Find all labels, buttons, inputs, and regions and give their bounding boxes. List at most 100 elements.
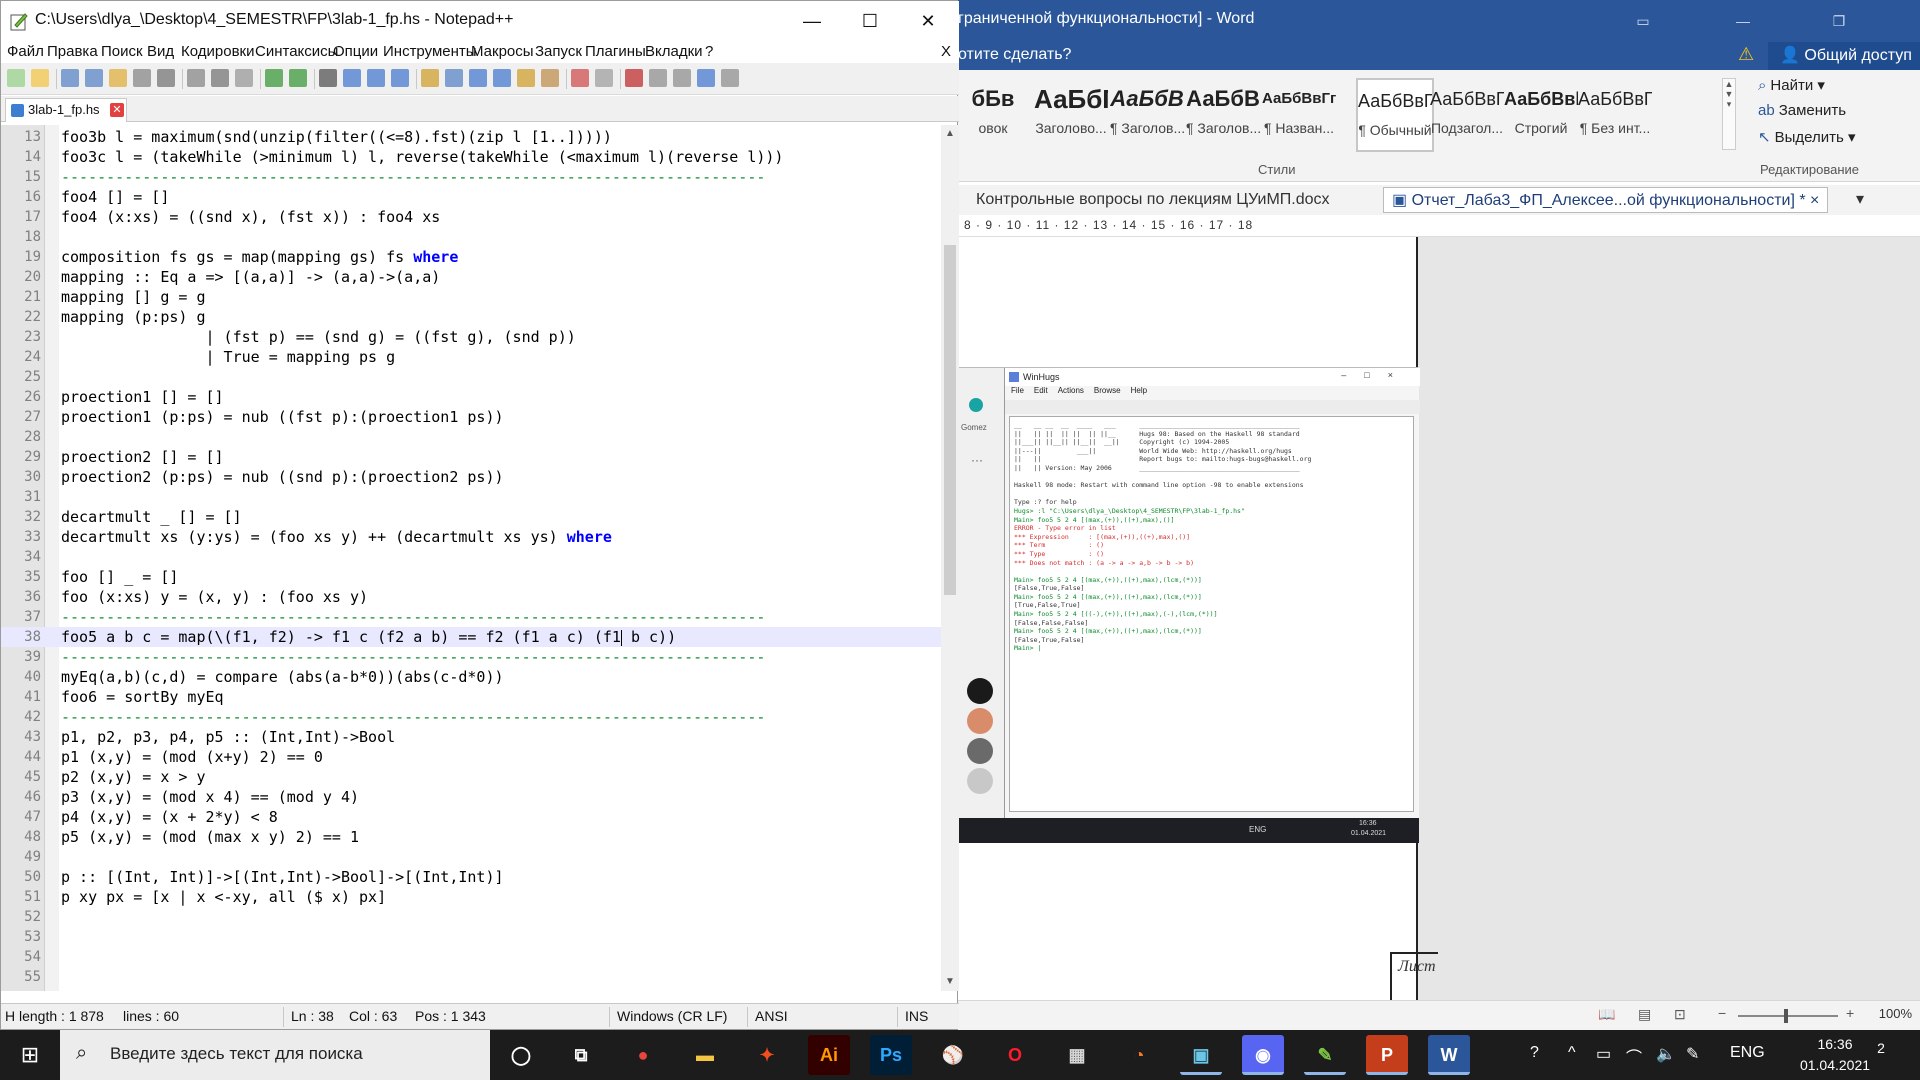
code-line[interactable]: 55: [1, 967, 941, 987]
line-text[interactable]: proection1 [] = []: [61, 387, 224, 407]
zoom-level[interactable]: 100%: [1879, 1006, 1912, 1021]
code-line[interactable]: 47 p4 (x,y) = (x + 2*y) < 8: [1, 807, 941, 827]
windows-start-icon[interactable]: ⊞: [0, 1030, 60, 1080]
code-line[interactable]: 21 mapping [] g = g: [1, 287, 941, 307]
code-line[interactable]: 29 proection2 [] = []: [1, 447, 941, 467]
code-line[interactable]: 33 decartmult xs (y:ys) = (foo xs y) ++ (…: [1, 527, 941, 547]
winhugs-menu-item[interactable]: File: [1011, 386, 1024, 395]
line-text[interactable]: p4 (x,y) = (x + 2*y) < 8: [61, 807, 278, 827]
code-line[interactable]: 51 p xy px = [x | x <-xy, all ($ x) px]: [1, 887, 941, 907]
notifications-icon[interactable]: 2: [1866, 1040, 1896, 1070]
stop-macro-icon[interactable]: [649, 69, 667, 87]
zoom-slider[interactable]: [1738, 1015, 1838, 1017]
read-mode-icon[interactable]: 📖: [1598, 1006, 1615, 1023]
code-line[interactable]: 38 foo5 a b c = map(\(f1, f2) -> f1 c (f2…: [1, 627, 941, 647]
code-line[interactable]: 53: [1, 927, 941, 947]
styles-gallery-scroll[interactable]: ▲ ▼ ▾: [1722, 78, 1736, 150]
function-list-icon[interactable]: [517, 69, 535, 87]
code-line[interactable]: 15 --------------------------------------…: [1, 167, 941, 187]
line-text[interactable]: foo5 a b c = map(\(f1, f2) -> f1 c (f2 a…: [61, 627, 676, 647]
run-macro-icon[interactable]: [697, 69, 715, 87]
style-7[interactable]: АаБбВвl Строгий: [1504, 78, 1578, 152]
code-line[interactable]: 39 --------------------------------------…: [1, 647, 941, 667]
taskbar-search[interactable]: ⌕ Введите здесь текст для поиска: [60, 1030, 490, 1080]
style-4[interactable]: АаБбВвГг ¶ Назван...: [1262, 78, 1336, 152]
line-text[interactable]: decartmult _ [] = []: [61, 507, 242, 527]
ribbon-display-icon[interactable]: ▭: [1628, 6, 1658, 36]
code-line[interactable]: 50 p :: [(Int, Int)]->[(Int,Int)->Bool]->…: [1, 867, 941, 887]
code-line[interactable]: 34: [1, 547, 941, 567]
code-line[interactable]: 45 p2 (x,y) = x > y: [1, 767, 941, 787]
file-explorer-icon[interactable]: ▬: [684, 1035, 726, 1075]
line-text[interactable]: myEq(a,b)(c,d) = compare (abs(a-b*0))(ab…: [61, 667, 504, 687]
find-icon[interactable]: [319, 69, 337, 87]
code-line[interactable]: 44 p1 (x,y) = (mod (x+y) 2) == 0: [1, 747, 941, 767]
line-text[interactable]: p2 (x,y) = x > y: [61, 767, 206, 787]
zoom-slider-thumb[interactable]: [1784, 1009, 1788, 1023]
chevron-up-icon[interactable]: ^: [1568, 1044, 1576, 1062]
line-text[interactable]: foo6 = sortBy myEq: [61, 687, 224, 707]
zoom-in-icon[interactable]: [367, 69, 385, 87]
style-8[interactable]: АаБбВвГ ¶ Без инт...: [1578, 78, 1652, 152]
code-line[interactable]: 28: [1, 427, 941, 447]
print-icon[interactable]: [157, 69, 175, 87]
cut-icon[interactable]: [187, 69, 205, 87]
line-text[interactable]: foo3b l = maximum(snd(unzip(filter((<=8)…: [61, 127, 612, 147]
code-area[interactable]: 13 foo3b l = maximum(snd(unzip(filter((<=…: [1, 127, 941, 987]
line-text[interactable]: mapping [] g = g: [61, 287, 206, 307]
file-tab[interactable]: 3lab-1_fp.hs ✕: [5, 98, 127, 122]
menu-item[interactable]: Макросы: [471, 43, 534, 60]
line-text[interactable]: | (fst p) == (snd g) = ((fst g), (snd p)…: [61, 327, 575, 347]
maximize-button[interactable]: ☐: [841, 1, 899, 41]
close-all-icon[interactable]: [133, 69, 151, 87]
winhugs-menu-item[interactable]: Actions: [1058, 386, 1084, 395]
print-layout-icon[interactable]: ▤: [1638, 1006, 1651, 1023]
record-macro-icon[interactable]: [625, 69, 643, 87]
line-text[interactable]: p5 (x,y) = (mod (max x y) 2) == 1: [61, 827, 359, 847]
menu-item[interactable]: Инструменты: [383, 43, 477, 60]
photoshop-icon[interactable]: Ps: [870, 1035, 912, 1075]
menu-item[interactable]: Файл: [7, 43, 44, 60]
line-text[interactable]: proection2 (p:ps) = nub ((snd p):(proect…: [61, 467, 504, 487]
line-text[interactable]: foo3c l = (takeWhile (>minimum l) l, rev…: [61, 147, 783, 167]
scroll-up-icon[interactable]: ▲: [941, 125, 959, 143]
winhugs-menu-item[interactable]: Edit: [1034, 386, 1048, 395]
menu-item[interactable]: Вид: [147, 43, 174, 60]
pen-icon[interactable]: ✎: [1686, 1044, 1699, 1064]
blender-icon[interactable]: ◔: [1118, 1035, 1160, 1075]
tell-me-bar[interactable]: отите сделать? ⚠ 👤 Общий доступ: [958, 42, 1920, 70]
menu-close-doc[interactable]: X: [941, 43, 951, 60]
minimize-icon[interactable]: —: [1728, 6, 1758, 36]
line-text[interactable]: p1 (x,y) = (mod (x+y) 2) == 0: [61, 747, 323, 767]
replace-button[interactable]: ab Заменить: [1758, 102, 1846, 119]
line-text[interactable]: ----------------------------------------…: [61, 607, 765, 627]
code-line[interactable]: 25: [1, 367, 941, 387]
word-wrap-icon[interactable]: [445, 69, 463, 87]
menu-item[interactable]: Опции: [333, 43, 378, 60]
close-button[interactable]: ✕: [899, 1, 957, 41]
code-line[interactable]: 37 --------------------------------------…: [1, 607, 941, 627]
line-text[interactable]: foo4 [] = []: [61, 187, 169, 207]
paste-icon[interactable]: [235, 69, 253, 87]
illustrator-icon[interactable]: Ai: [808, 1035, 850, 1075]
play-macro-icon[interactable]: [673, 69, 691, 87]
tell-me-input[interactable]: отите сделать?: [958, 46, 1071, 64]
doc-map-icon[interactable]: [571, 69, 589, 87]
doc-tab-report[interactable]: ▣ Отчет_Лаба3_ФП_Алексее...ой функционал…: [1383, 187, 1829, 213]
sync-scroll-icon[interactable]: [421, 69, 439, 87]
style-2[interactable]: АаБбВ ¶ Заголов...: [1110, 78, 1184, 152]
menu-item[interactable]: Поиск: [101, 43, 143, 60]
line-text[interactable]: p1, p2, p3, p4, p5 :: (Int,Int)->Bool: [61, 727, 395, 747]
minimize-button[interactable]: —: [783, 1, 841, 41]
code-line[interactable]: 13 foo3b l = maximum(snd(unzip(filter((<=…: [1, 127, 941, 147]
menu-item[interactable]: Плагины: [585, 43, 646, 60]
notepadpp-window[interactable]: C:\Users\dlya_\Desktop\4_SEMESTR\FP\3lab…: [0, 0, 959, 1030]
code-line[interactable]: 18: [1, 227, 941, 247]
scroll-down-icon[interactable]: ▼: [941, 973, 959, 991]
code-editor[interactable]: 13 foo3b l = maximum(snd(unzip(filter((<=…: [1, 125, 959, 991]
calculator-icon[interactable]: ▦: [1056, 1035, 1098, 1075]
scroll-thumb[interactable]: [944, 245, 956, 595]
code-line[interactable]: 48 p5 (x,y) = (mod (max x y) 2) == 1: [1, 827, 941, 847]
find-button[interactable]: ⌕ Найти ▾: [1758, 76, 1825, 94]
line-text[interactable]: p3 (x,y) = (mod x 4) == (mod y 4): [61, 787, 359, 807]
